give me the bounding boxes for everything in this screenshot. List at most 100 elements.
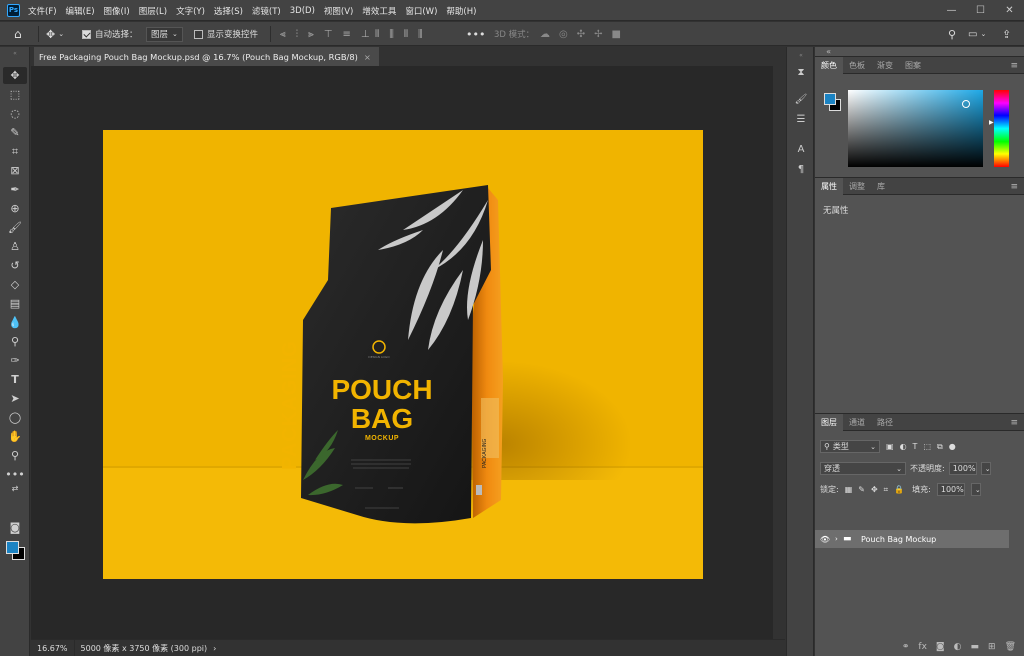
menu-layer[interactable]: 图层(L): [139, 5, 167, 17]
toolbar-collapse-icon[interactable]: «: [3, 49, 27, 57]
new-group-icon[interactable]: ▬: [971, 642, 980, 652]
eyedropper-tool-icon[interactable]: ✒: [3, 181, 27, 198]
layer-filter-dropdown[interactable]: ⚲ 类型 ⌄: [820, 440, 880, 453]
lock-position-icon[interactable]: ✥: [871, 485, 878, 494]
add-mask-icon[interactable]: ◙: [936, 642, 945, 652]
hand-tool-icon[interactable]: ✋: [3, 428, 27, 445]
color-picker-ring[interactable]: [962, 100, 970, 108]
align-left-icon[interactable]: ⫷: [280, 29, 286, 40]
history-brush-tool-icon[interactable]: ↺: [3, 257, 27, 274]
adjustment-layer-icon[interactable]: ◐: [954, 642, 962, 652]
filter-toggle-icon[interactable]: ●: [949, 442, 956, 451]
more-options-icon[interactable]: •••: [466, 22, 485, 46]
document-canvas[interactable]: PACKAGING PACKAGING POUCH BAG MOCKUP DES…: [103, 130, 703, 579]
maximize-button[interactable]: ☐: [966, 0, 995, 21]
quick-select-tool-icon[interactable]: ✎: [3, 124, 27, 141]
paragraph-panel-icon[interactable]: ¶: [792, 161, 810, 177]
fill-dropdown-icon[interactable]: ⌄: [970, 483, 981, 496]
menu-select[interactable]: 选择(S): [214, 5, 243, 17]
menu-3d[interactable]: 3D(D): [290, 6, 315, 16]
3d-camera-icon[interactable]: ■: [612, 29, 621, 40]
swap-colors-icon[interactable]: ⇄: [3, 483, 27, 493]
align-right-icon[interactable]: ⫸: [308, 29, 314, 40]
panel-foreground-swatch[interactable]: [824, 93, 836, 105]
clone-stamp-tool-icon[interactable]: ♙: [3, 238, 27, 255]
document-tab[interactable]: Free Packaging Pouch Bag Mockup.psd @ 16…: [34, 47, 379, 66]
filter-pixel-icon[interactable]: ▣: [886, 442, 894, 451]
gradient-tool-icon[interactable]: ▤: [3, 295, 27, 312]
lock-artboard-icon[interactable]: ⌗: [884, 485, 889, 495]
frame-tool-icon[interactable]: ⊠: [3, 162, 27, 179]
align-top-icon[interactable]: ⊤: [324, 29, 333, 40]
3d-orbit-icon[interactable]: ☁: [540, 29, 550, 40]
brush-settings-icon[interactable]: 🖌: [792, 91, 810, 107]
tab-swatches[interactable]: 色板: [843, 57, 871, 74]
close-button[interactable]: ✕: [995, 0, 1024, 21]
collapse-panels-icon[interactable]: «: [792, 47, 810, 63]
panel-menu-icon[interactable]: ≡: [1010, 61, 1018, 71]
menu-view[interactable]: 视图(V): [324, 5, 353, 17]
distribute-left-icon[interactable]: ⫴: [375, 29, 379, 40]
tab-gradients[interactable]: 渐变: [871, 57, 899, 74]
3d-slide-icon[interactable]: ✢: [594, 29, 602, 40]
search-icon[interactable]: ⚲: [948, 22, 956, 46]
lock-all-icon[interactable]: 🔒: [894, 485, 904, 494]
dodge-tool-icon[interactable]: ⚲: [3, 333, 27, 350]
menu-type[interactable]: 文字(Y): [176, 5, 205, 17]
3d-roll-icon[interactable]: ◎: [559, 29, 568, 40]
new-layer-icon[interactable]: ⊞: [988, 642, 996, 652]
fill-input[interactable]: 100%: [936, 483, 965, 496]
pen-tool-icon[interactable]: ✑: [3, 352, 27, 369]
path-select-tool-icon[interactable]: ➤: [3, 390, 27, 407]
chevron-right-icon[interactable]: ›: [835, 535, 843, 543]
visibility-eye-icon[interactable]: 👁: [815, 535, 835, 544]
menu-filter[interactable]: 滤镜(T): [252, 5, 281, 17]
zoom-tool-icon[interactable]: ⚲: [3, 447, 27, 464]
crop-tool-icon[interactable]: ⌗: [3, 143, 27, 160]
marquee-tool-icon[interactable]: ⬚: [3, 86, 27, 103]
healing-brush-tool-icon[interactable]: ⊕: [3, 200, 27, 217]
tab-color[interactable]: 颜色: [815, 57, 843, 74]
hue-marker-icon[interactable]: ▶: [989, 119, 994, 126]
ellipse-tool-icon[interactable]: ◯: [3, 409, 27, 426]
blur-tool-icon[interactable]: 💧: [3, 314, 27, 331]
tab-patterns[interactable]: 图案: [899, 57, 927, 74]
tab-properties[interactable]: 属性: [815, 178, 843, 195]
eraser-tool-icon[interactable]: ◇: [3, 276, 27, 293]
adjustments-icon[interactable]: ☰: [792, 111, 810, 127]
tab-layers[interactable]: 图层: [815, 414, 843, 431]
move-tool-icon[interactable]: ✥: [3, 67, 27, 84]
align-bottom-icon[interactable]: ⊥: [361, 29, 370, 40]
auto-select-checkbox[interactable]: 自动选择：: [82, 22, 138, 46]
filter-shape-icon[interactable]: ⬚: [923, 442, 931, 451]
lock-transparency-icon[interactable]: ▦: [845, 485, 853, 494]
hue-slider[interactable]: [994, 90, 1009, 167]
brush-tool-icon[interactable]: 🖌: [3, 219, 27, 236]
3d-pan-icon[interactable]: ✣: [577, 29, 585, 40]
menu-window[interactable]: 窗口(W): [405, 5, 437, 17]
lasso-tool-icon[interactable]: ◌: [3, 105, 27, 122]
more-tools-icon[interactable]: •••: [3, 466, 27, 483]
home-icon[interactable]: ⌂: [14, 22, 22, 46]
menu-plugins[interactable]: 增效工具: [362, 5, 396, 17]
show-transform-checkbox[interactable]: 显示变换控件: [194, 22, 258, 46]
vertical-scrollbar[interactable]: [773, 66, 785, 639]
chevron-right-icon[interactable]: ›: [213, 644, 216, 653]
type-tool-icon[interactable]: T: [3, 371, 27, 388]
filter-adjustment-icon[interactable]: ◐: [900, 442, 907, 451]
tab-adjustments[interactable]: 调整: [843, 178, 871, 195]
photoshop-logo-icon[interactable]: Ps: [7, 4, 20, 17]
menu-edit[interactable]: 编辑(E): [66, 5, 95, 17]
align-vcenter-icon[interactable]: ≡: [343, 29, 351, 40]
zoom-level[interactable]: 16.67%: [31, 639, 75, 656]
distribute-center-icon[interactable]: ⫼: [389, 29, 394, 40]
menu-file[interactable]: 文件(F): [28, 5, 57, 17]
blend-mode-dropdown[interactable]: 穿透 ⌄: [820, 462, 906, 475]
layer-row[interactable]: 👁 › ▬ Pouch Bag Mockup: [815, 530, 1009, 548]
minimize-button[interactable]: —: [937, 0, 966, 21]
menu-image[interactable]: 图像(I): [104, 5, 130, 17]
foreground-color-swatch[interactable]: [6, 541, 19, 554]
delete-layer-icon[interactable]: 🗑: [1005, 642, 1016, 652]
distribute-space-icon[interactable]: ⫼: [418, 29, 423, 40]
opacity-dropdown-icon[interactable]: ⌄: [980, 462, 991, 475]
